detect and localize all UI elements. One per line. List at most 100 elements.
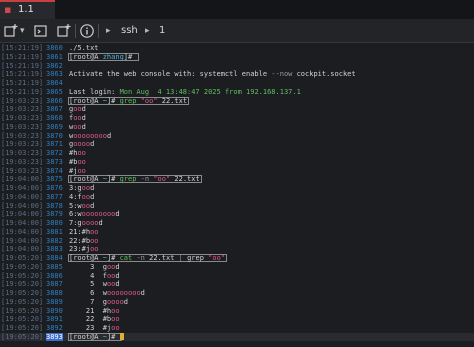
timestamp: [19:05:20] [1,280,44,289]
line-number: 3866 [46,96,63,105]
timestamp: [19:03:23] [1,131,44,140]
tab-bar: ▪ 1.1 [0,0,474,19]
line-text: 5 wood [69,280,120,288]
command-text: grep -n "oo" 22.txt [120,175,200,183]
line-number: 3860 [46,44,63,52]
timestamp: [19:03:23] [1,105,44,114]
timestamp: [19:04:00] [1,219,44,227]
line-text: gooood [69,140,94,148]
toolbar: ▾ ▸ ssh ▸ 1 [0,19,474,43]
chevron-down-icon[interactable]: ▾ [20,24,25,38]
line-text: 7 gooood [69,298,128,306]
terminal-line: [19:05:20] 3884 [root@A ~]# cat -n 22.txt … [0,254,474,262]
prompt-symbol: ]# [106,332,120,341]
line-number: 3868 [46,114,63,122]
terminal-line: [19:04:00] 3878 5:wood [0,202,474,210]
terminal-line: [19:03:23] 3874 #joo [0,167,474,175]
match-highlight: oooooooo [106,289,141,297]
timestamp: [19:05:20] [1,289,44,297]
line-text: [root@A ~]# grep -n "oo" 22.txt [69,175,200,183]
timestamp: [19:04:00] [1,227,44,236]
match-highlight: oo [73,105,82,114]
match-highlight: oooooooo [81,210,116,219]
command-token: -n [136,254,145,262]
timestamp: [19:03:23] [1,157,44,166]
line-number: 3880 [46,219,63,227]
line-number: 3873 [46,157,63,166]
line-text: 6 wooooooood [69,289,145,297]
timestamp: [19:05:20] [1,306,44,315]
terminal-line: [15:21:19] 3862 [0,62,474,70]
line-number: 3883 [46,245,63,254]
timestamp: [19:05:20] [1,262,44,271]
terminal-line: [19:03:23] 3869 wood [0,123,474,131]
line-number: 3864 [46,79,63,87]
line-text: 23:#joo [69,245,99,253]
line-number: 3886 [46,271,63,280]
command-token: 22.txt [161,96,188,105]
line-number: 3871 [46,140,63,149]
terminal-line: [19:05:20] 3892 23 #joo [0,324,474,332]
line-number: 3861 [46,52,63,61]
info-icon[interactable] [79,23,95,39]
new-terminal-icon[interactable] [33,23,49,39]
timestamp: [19:04:00] [1,201,44,210]
command-token: -n [140,175,150,184]
breadcrumb-ssh[interactable]: ssh [121,23,138,39]
match-prefix: 22 #b [69,315,112,324]
timestamp: [19:03:23] [1,166,44,175]
line-text: wood [69,123,86,131]
terminal-line: [19:03:23] 3871 gooood [0,140,474,148]
command-text: grep "oo" 22.txt [120,97,187,105]
terminal-line: [19:03:23] 3868 food [0,114,474,122]
chevron-right-icon: ▸ [145,26,150,36]
command-token: "oo" [140,96,158,105]
login-label: Last login: [69,87,120,96]
line-text: 21 #hoo [69,307,120,315]
timestamp: [19:05:20] [1,332,44,341]
line-text: 23 #joo [69,324,120,332]
match-suffix: d [90,184,95,192]
line-number: 3891 [46,315,63,324]
line-text: good [69,105,86,113]
match-prefix: 22:#b [69,236,91,245]
line-number: 3881 [46,227,63,236]
close-icon[interactable]: ▪ [4,4,15,16]
line-number: 3890 [46,306,63,315]
line-text: 4:food [69,193,94,201]
toolbar-divider [75,24,76,38]
timestamp: [19:03:23] [1,122,44,131]
line-text: 3:good [69,184,94,192]
tab-session[interactable]: ▪ 1.1 [0,0,55,19]
new-window-icon[interactable] [56,23,72,39]
new-tab-icon[interactable] [3,23,19,39]
timestamp: [19:04:00] [1,210,44,219]
match-suffix: d [81,105,86,114]
terminal-line: [19:04:00] 3880 7:gooood [0,219,474,227]
line-number: 3882 [46,236,63,245]
terminal-line: [19:05:20] 3887 5 wood [0,280,474,288]
line-number: 3889 [46,297,63,306]
match-prefix: 3 g [69,262,107,271]
terminal-line: [19:04:00] 3881 21:#hoo [0,228,474,236]
breadcrumb-session[interactable]: 1 [159,23,165,39]
terminal-line: [19:05:20] 3885 3 good [0,263,474,271]
prompt-symbol: ]# [123,52,137,61]
match-highlight: oo [81,201,91,210]
terminal-line: [15:21:19] 3864 [0,79,474,87]
terminal-line: [19:05:20] 3888 6 wooooooood [0,289,474,297]
console-hint-unit: cockpit.socket [296,70,356,79]
match-suffix: d [115,210,120,219]
terminal-line: [19:04:00] 3883 23:#joo [0,245,474,253]
terminal-output[interactable]: [15:21:19] 3860 ./5.txt [15:21:19] 3861 [root… [0,43,474,347]
match-highlight: oo [111,324,120,332]
line-text: ./5.txt [69,44,99,52]
timestamp: [15:21:19] [1,79,44,87]
terminal-line: [19:05:20] 3886 4 food [0,272,474,280]
timestamp: [19:04:00] [1,184,44,192]
line-text: [root@A ~]# grep "oo" 22.txt [69,97,187,105]
match-prefix: 21 #h [69,306,112,315]
match-highlight: oo [81,192,91,201]
terminal-line: [19:05:20] 3890 21 #hoo [0,307,474,315]
line-number: 3862 [46,61,63,70]
